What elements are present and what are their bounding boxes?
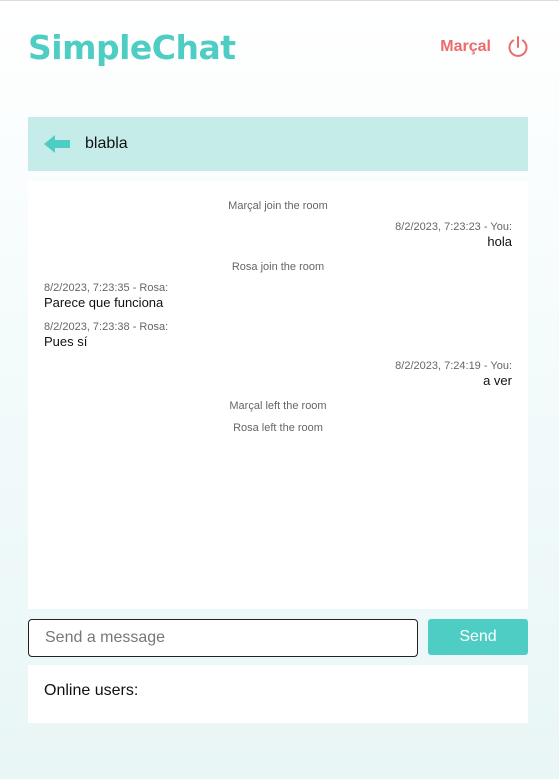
other-message: 8/2/2023, 7:23:35 - Rosa: Parece que fun… xyxy=(44,282,512,311)
system-message: Rosa left the room xyxy=(233,422,323,434)
message-input[interactable] xyxy=(28,619,418,657)
message-text: Pues sí xyxy=(44,334,88,349)
message-list[interactable]: Marçal join the room 8/2/2023, 7:23:23 -… xyxy=(28,181,528,609)
user-area: Marçal xyxy=(440,34,531,60)
system-message: Marçal join the room xyxy=(228,200,328,212)
message-meta: 8/2/2023, 7:24:19 - You: xyxy=(395,360,512,372)
system-message: Marçal left the room xyxy=(229,400,327,412)
other-message: 8/2/2023, 7:23:38 - Rosa: Pues sí xyxy=(44,321,512,350)
back-button[interactable] xyxy=(44,135,70,153)
message-meta: 8/2/2023, 7:23:38 - Rosa: xyxy=(44,321,169,333)
send-button[interactable]: Send xyxy=(428,619,528,655)
arrow-left-icon xyxy=(44,135,70,153)
message-meta: 8/2/2023, 7:23:23 - You: xyxy=(395,221,512,233)
message-text: hola xyxy=(487,234,512,249)
message-meta: 8/2/2023, 7:23:35 - Rosa: xyxy=(44,282,169,294)
own-message: 8/2/2023, 7:24:19 - You: a ver xyxy=(44,360,512,389)
app-header: SimpleChat Marçal xyxy=(28,25,531,69)
own-message: 8/2/2023, 7:23:23 - You: hola xyxy=(44,221,512,250)
online-users-label: Online users: xyxy=(44,682,139,699)
online-users-panel: Online users: xyxy=(28,665,528,723)
app-logo: SimpleChat xyxy=(28,27,236,67)
system-message: Rosa join the room xyxy=(231,261,325,273)
message-text: a ver xyxy=(483,373,512,388)
room-bar: blabla xyxy=(28,117,528,171)
current-username: Marçal xyxy=(440,38,491,55)
room-name: blabla xyxy=(85,135,128,152)
logout-button[interactable] xyxy=(505,34,531,60)
power-icon xyxy=(508,36,528,57)
message-text: Parece que funciona xyxy=(44,295,164,310)
message-composer: Send xyxy=(28,619,528,657)
